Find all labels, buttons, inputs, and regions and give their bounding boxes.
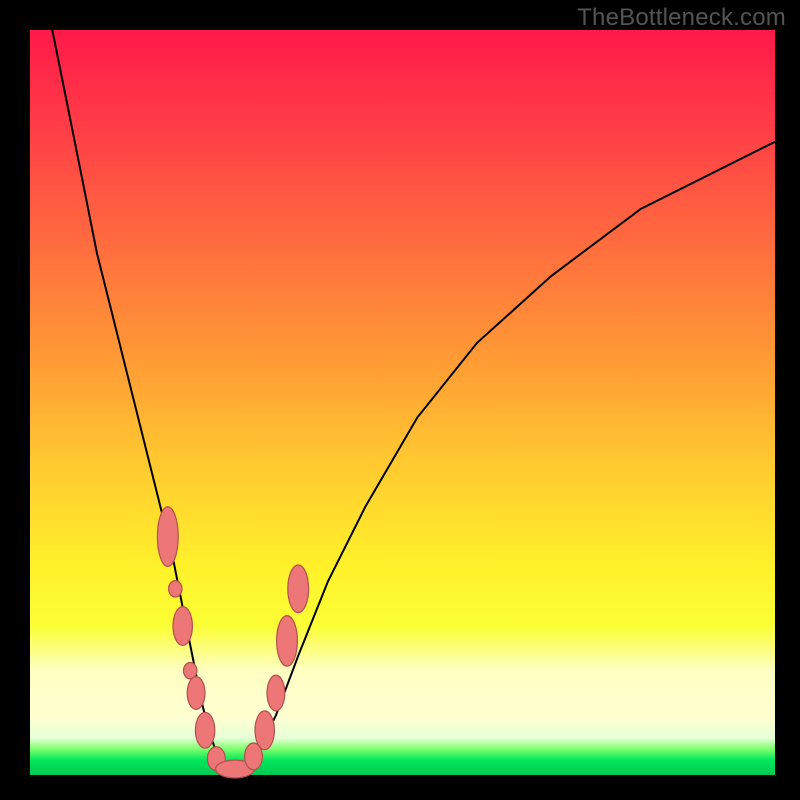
- marker-bead: [288, 565, 309, 613]
- marker-bead: [255, 711, 274, 750]
- curve-svg: [30, 30, 775, 775]
- marker-bead: [195, 712, 214, 748]
- marker-bead: [173, 607, 192, 646]
- marker-bead: [157, 507, 178, 567]
- marker-bead: [187, 677, 205, 710]
- marker-bead: [267, 675, 285, 711]
- attribution-label: TheBottleneck.com: [577, 4, 786, 32]
- curve-markers: [157, 507, 308, 778]
- marker-bead: [277, 616, 298, 667]
- v-curve: [52, 30, 775, 775]
- marker-bead: [169, 581, 182, 597]
- plot-area: [30, 30, 775, 775]
- chart-frame: TheBottleneck.com: [0, 0, 800, 800]
